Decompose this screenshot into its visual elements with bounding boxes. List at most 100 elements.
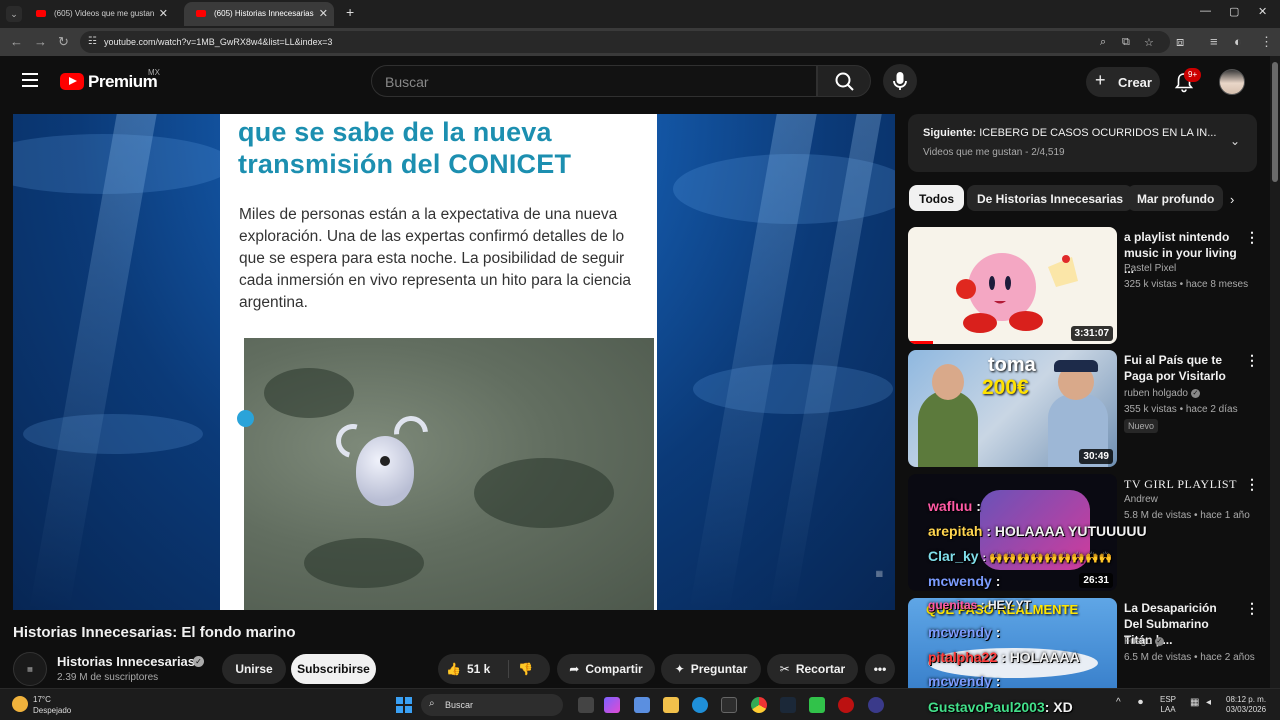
voice-search-button[interactable] — [883, 64, 917, 98]
app-icon[interactable] — [721, 697, 737, 713]
more-options-icon[interactable]: ⋮ — [1245, 476, 1259, 493]
edge-icon[interactable] — [692, 697, 708, 713]
tab-videos-que-me-gustan[interactable]: (605) Videos que me gustan - Y ✕ — [24, 2, 174, 26]
back-icon[interactable]: ← — [10, 34, 23, 49]
search-input[interactable]: Buscar — [371, 65, 817, 97]
premium-logo[interactable]: Premium — [88, 72, 158, 92]
recommended-video[interactable]: toma 200€ 30:49 Fui al País que te Paga … — [908, 350, 1259, 468]
profile-icon[interactable]: ◐ — [1234, 34, 1242, 49]
address-bar[interactable]: ☷ youtube.com/watch?v=1MB_GwRX8w4&list=L… — [80, 31, 1170, 53]
watermark-logo: ▦ — [875, 569, 883, 578]
telegram-icon — [237, 410, 254, 427]
windows-start-icon[interactable] — [396, 697, 412, 713]
channel-name[interactable]: ruben holgado — [1124, 388, 1188, 399]
officer-cap-shape — [1054, 360, 1098, 372]
create-button[interactable]: + Crear — [1086, 67, 1160, 97]
tab-historias-innecesarias[interactable]: (605) Historias Innecesarias: El f ✕ — [184, 2, 334, 26]
chip-mar-profundo[interactable]: Mar profundo — [1127, 185, 1223, 211]
chrome-icon[interactable] — [751, 697, 767, 713]
recommended-video[interactable]: 3:31:07 a playlist nintendo music in you… — [908, 227, 1259, 345]
chevron-right-icon[interactable]: › — [1230, 192, 1234, 207]
more-actions-icon[interactable]: ••• — [865, 654, 895, 684]
video-thumbnail[interactable]: toma 200€ 30:49 — [908, 350, 1117, 467]
clock[interactable]: 08:12 p. m. 03/03/2026 — [1226, 695, 1266, 715]
menu-icon[interactable] — [22, 73, 38, 87]
next-video-title: ICEBERG DE CASOS OCURRIDOS EN LA IN... — [979, 127, 1217, 139]
site-info-icon[interactable]: ☷ — [88, 36, 97, 47]
tab-search-icon[interactable]: ⌄ — [6, 6, 22, 22]
steam-icon[interactable] — [780, 697, 796, 713]
channel-avatar[interactable]: ▦ — [13, 652, 47, 686]
person-head-shape — [932, 364, 964, 400]
video-thumbnail[interactable]: 3:31:07 — [908, 227, 1117, 344]
minimize-icon[interactable]: — — [1200, 5, 1211, 17]
app-icon[interactable] — [809, 697, 825, 713]
channel-name[interactable]: Historias Innecesarias — [57, 654, 195, 669]
ask-button[interactable]: ✦ Preguntar — [661, 654, 761, 684]
extensions-icon[interactable]: ⧈ — [1176, 34, 1184, 50]
scissors-icon: ✂ — [779, 662, 790, 676]
maximize-icon[interactable]: ▢ — [1229, 5, 1239, 18]
more-options-icon[interactable]: ⋮ — [1245, 352, 1259, 369]
chat-message: wafluu : — [928, 498, 981, 514]
youtube-favicon-icon — [196, 10, 206, 17]
browser-menu-icon[interactable]: ⋮ — [1260, 34, 1273, 50]
thumb-text: toma — [988, 354, 1036, 376]
dislike-icon[interactable]: 👎 — [518, 654, 533, 684]
duration-badge: 26:31 — [1079, 573, 1113, 588]
like-count[interactable]: 51 k — [467, 662, 490, 676]
octopus-shape — [356, 436, 414, 506]
clip-button[interactable]: ✂ Recortar — [767, 654, 858, 684]
task-view-icon[interactable] — [578, 697, 594, 713]
chip-de-historias[interactable]: De Historias Innecesarias — [967, 185, 1134, 211]
video-player[interactable]: que se sabe de la nueva transmisión del … — [13, 114, 895, 610]
rock-shape — [304, 538, 424, 588]
network-icon[interactable]: ▦ — [1190, 698, 1199, 708]
chip-todos[interactable]: Todos — [909, 185, 965, 211]
file-explorer-icon[interactable] — [663, 697, 679, 713]
up-next-panel[interactable]: Siguiente: ICEBERG DE CASOS OCURRIDOS EN… — [908, 114, 1257, 172]
channel-name[interactable]: Pastel Pixel — [1124, 261, 1176, 276]
video-title[interactable]: Fui al País que te Paga por Visitarlo — [1124, 352, 1238, 384]
close-tab-icon[interactable]: ✕ — [319, 7, 328, 20]
copilot-icon[interactable] — [604, 697, 620, 713]
user-avatar[interactable] — [1219, 69, 1245, 95]
video-title[interactable]: TV GIRL PLAYLIST — [1124, 476, 1244, 492]
new-tab-button[interactable]: + — [346, 4, 354, 20]
share-button[interactable]: ➦ Compartir — [557, 654, 655, 684]
app-icon[interactable] — [838, 697, 854, 713]
chat-message: arepitah : HOLAAAA YUTUUUUU — [928, 523, 1147, 539]
chevron-down-icon[interactable]: ⌄ — [1230, 134, 1240, 148]
channel-name[interactable]: Fusgo — [1124, 636, 1152, 647]
youtube-logo-icon[interactable] — [60, 73, 84, 90]
deep-sea-photo — [244, 338, 654, 610]
reading-list-icon[interactable]: ≡ — [1210, 34, 1218, 49]
store-icon[interactable] — [634, 697, 650, 713]
scrollbar-thumb[interactable] — [1272, 62, 1278, 182]
forward-icon[interactable]: → — [34, 34, 47, 49]
microphone-icon — [893, 72, 907, 90]
taskbar-search-input[interactable]: ⌕ Buscar — [421, 694, 563, 716]
microphone-tray-icon[interactable]: ⏺ — [1138, 698, 1143, 708]
close-window-icon[interactable]: ✕ — [1258, 5, 1267, 18]
zoom-icon[interactable]: ⌕ — [1100, 36, 1106, 49]
bookmark-star-icon[interactable]: ☆ — [1144, 36, 1154, 49]
weather-widget[interactable]: 17°C Despejado — [33, 694, 71, 716]
more-options-icon[interactable]: ⋮ — [1245, 600, 1257, 617]
channel-name[interactable]: Andrew — [1124, 492, 1158, 507]
watch-progress-bar — [908, 341, 933, 344]
like-icon[interactable]: 👍 — [446, 662, 461, 676]
subscribe-button[interactable]: Subscribirse — [291, 654, 376, 684]
install-app-icon[interactable]: ⧉ — [1122, 36, 1130, 49]
rock-shape — [474, 458, 614, 528]
reload-icon[interactable]: ↻ — [58, 34, 69, 50]
more-options-icon[interactable]: ⋮ — [1245, 229, 1259, 246]
app-icon[interactable] — [868, 697, 884, 713]
search-button[interactable] — [817, 65, 871, 97]
weather-moon-icon[interactable] — [12, 696, 28, 712]
language-indicator[interactable]: ESP LAA — [1160, 695, 1176, 715]
join-button[interactable]: Unirse — [222, 654, 286, 684]
close-tab-icon[interactable]: ✕ — [159, 7, 168, 20]
tray-overflow-icon[interactable]: ^ — [1116, 698, 1121, 708]
volume-icon[interactable]: ◂ — [1206, 698, 1211, 708]
